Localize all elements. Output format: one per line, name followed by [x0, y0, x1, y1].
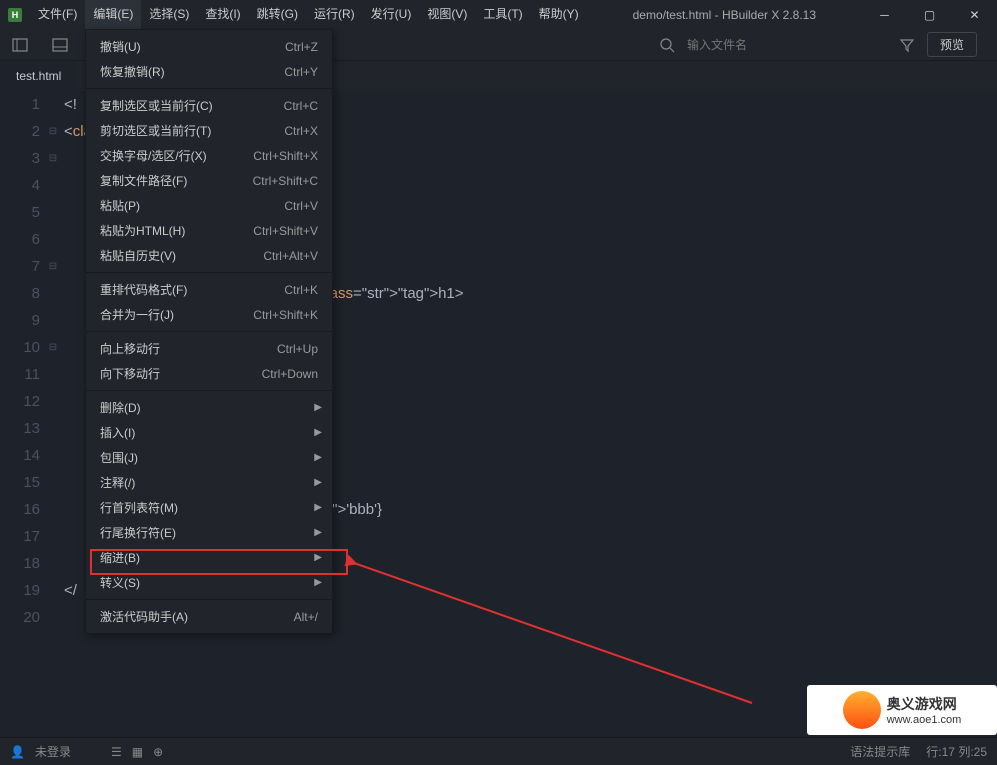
- app-logo-icon: H: [0, 8, 30, 22]
- menu-item[interactable]: 剪切选区或当前行(T)Ctrl+X: [86, 118, 332, 143]
- menubar: 文件(F)编辑(E)选择(S)查找(I)跳转(G)运行(R)发行(U)视图(V)…: [30, 0, 587, 29]
- menu-item[interactable]: 合并为一行(J)Ctrl+Shift+K: [86, 302, 332, 327]
- user-icon[interactable]: 👤: [10, 745, 25, 759]
- menu-item[interactable]: 交换字母/选区/行(X)Ctrl+Shift+X: [86, 143, 332, 168]
- globe-icon[interactable]: ⊕: [153, 745, 163, 759]
- maximize-button[interactable]: ▢: [907, 0, 952, 29]
- menu-7[interactable]: 视图(V): [419, 0, 475, 29]
- menu-item[interactable]: 撤销(U)Ctrl+Z: [86, 34, 332, 59]
- menu-item[interactable]: 重排代码格式(F)Ctrl+K: [86, 277, 332, 302]
- menu-item[interactable]: 插入(I)▶: [86, 420, 332, 445]
- menu-1[interactable]: 编辑(E): [85, 0, 141, 29]
- sidebar-toggle-icon[interactable]: [0, 29, 40, 61]
- menu-2[interactable]: 选择(S): [141, 0, 197, 29]
- watermark: B jing 奥义游戏网 www.aoe1.com: [797, 635, 997, 735]
- titlebar: H 文件(F)编辑(E)选择(S)查找(I)跳转(G)运行(R)发行(U)视图(…: [0, 0, 997, 29]
- menu-item[interactable]: 删除(D)▶: [86, 395, 332, 420]
- menu-item[interactable]: 激活代码助手(A)Alt+/: [86, 604, 332, 629]
- menu-5[interactable]: 运行(R): [306, 0, 363, 29]
- menu-9[interactable]: 帮助(Y): [531, 0, 587, 29]
- menu-item[interactable]: 向下移动行Ctrl+Down: [86, 361, 332, 386]
- menu-item[interactable]: 复制文件路径(F)Ctrl+Shift+C: [86, 168, 332, 193]
- image-icon[interactable]: ▦: [132, 745, 143, 759]
- filter-icon[interactable]: [887, 29, 927, 61]
- menu-4[interactable]: 跳转(G): [249, 0, 306, 29]
- minimize-button[interactable]: ─: [862, 0, 907, 29]
- menu-item[interactable]: 粘贴自历史(V)Ctrl+Alt+V: [86, 243, 332, 268]
- tab-file[interactable]: test.html: [0, 61, 77, 91]
- menu-3[interactable]: 查找(I): [197, 0, 248, 29]
- watermark-url: www.aoe1.com: [887, 714, 962, 726]
- syntax-hint-label[interactable]: 语法提示库: [850, 743, 910, 760]
- menu-6[interactable]: 发行(U): [363, 0, 420, 29]
- menu-item[interactable]: 复制选区或当前行(C)Ctrl+C: [86, 93, 332, 118]
- menu-item[interactable]: 向上移动行Ctrl+Up: [86, 336, 332, 361]
- menu-0[interactable]: 文件(F): [30, 0, 85, 29]
- menu-item[interactable]: 注释(/)▶: [86, 470, 332, 495]
- menu-item[interactable]: 粘贴为HTML(H)Ctrl+Shift+V: [86, 218, 332, 243]
- menu-8[interactable]: 工具(T): [475, 0, 530, 29]
- login-status[interactable]: 未登录: [35, 743, 71, 760]
- flame-icon: [843, 691, 881, 729]
- search-input[interactable]: [687, 38, 887, 52]
- statusbar: 👤 未登录 ☰ ▦ ⊕ 语法提示库 行:17 列:25: [0, 737, 997, 765]
- cursor-position: 行:17 列:25: [926, 743, 987, 760]
- menu-item[interactable]: 包围(J)▶: [86, 445, 332, 470]
- menu-item[interactable]: 恢复撤销(R)Ctrl+Y: [86, 59, 332, 84]
- line-numbers: 1234567891011121314151617181920: [0, 91, 46, 737]
- preview-button[interactable]: 预览: [927, 32, 977, 57]
- search-icon[interactable]: [647, 29, 687, 61]
- window-title: demo/test.html - HBuilder X 2.8.13: [587, 8, 862, 22]
- menu-item[interactable]: 缩进(B)▶: [86, 545, 332, 570]
- watermark-brand: 奥义游戏网: [887, 694, 962, 714]
- menu-item[interactable]: 粘贴(P)Ctrl+V: [86, 193, 332, 218]
- edit-menu-dropdown: 撤销(U)Ctrl+Z恢复撤销(R)Ctrl+Y 复制选区或当前行(C)Ctrl+…: [85, 29, 333, 634]
- fold-column: ⊟⊟⊟⊟: [46, 91, 60, 737]
- window-controls: ─ ▢ ✕: [862, 0, 997, 29]
- terminal-toggle-icon[interactable]: [40, 29, 80, 61]
- menu-item[interactable]: 行尾换行符(E)▶: [86, 520, 332, 545]
- menu-item[interactable]: 行首列表符(M)▶: [86, 495, 332, 520]
- list-icon[interactable]: ☰: [111, 745, 122, 759]
- close-button[interactable]: ✕: [952, 0, 997, 29]
- menu-item[interactable]: 转义(S)▶: [86, 570, 332, 595]
